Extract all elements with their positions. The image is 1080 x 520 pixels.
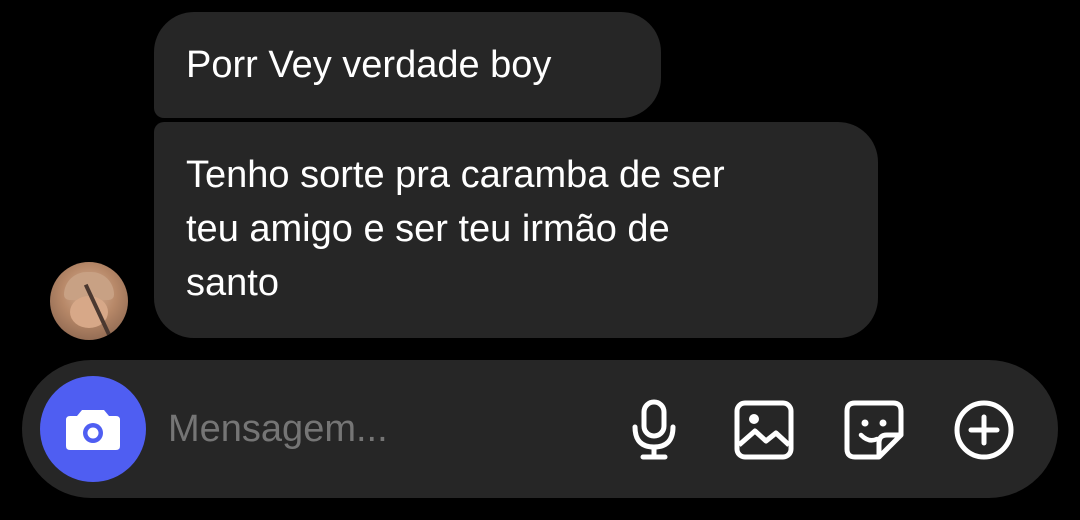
camera-button[interactable] [40, 376, 146, 482]
message-line: Tenho sorte pra caramba de ser [186, 154, 725, 196]
message-line: teu amigo e ser teu irmão de [186, 208, 670, 250]
image-icon [734, 400, 794, 460]
more-button[interactable] [952, 398, 1016, 462]
message-bubble[interactable]: Porr Vey verdade boy [154, 12, 661, 118]
plus-circle-icon [954, 400, 1014, 460]
message-line: santo [186, 262, 279, 304]
microphone-icon [632, 399, 676, 460]
message-bubble[interactable]: Tenho sorte pra caramba de ser teu amigo… [154, 122, 878, 338]
message-input[interactable] [168, 404, 588, 454]
sticker-icon [844, 400, 904, 460]
sticker-button[interactable] [842, 398, 906, 462]
message-composer [22, 360, 1058, 498]
gallery-button[interactable] [732, 398, 796, 462]
camera-icon [66, 410, 120, 450]
mic-button[interactable] [622, 398, 686, 462]
message-text: Porr Vey verdade boy [186, 44, 552, 86]
sender-avatar[interactable] [50, 262, 128, 340]
